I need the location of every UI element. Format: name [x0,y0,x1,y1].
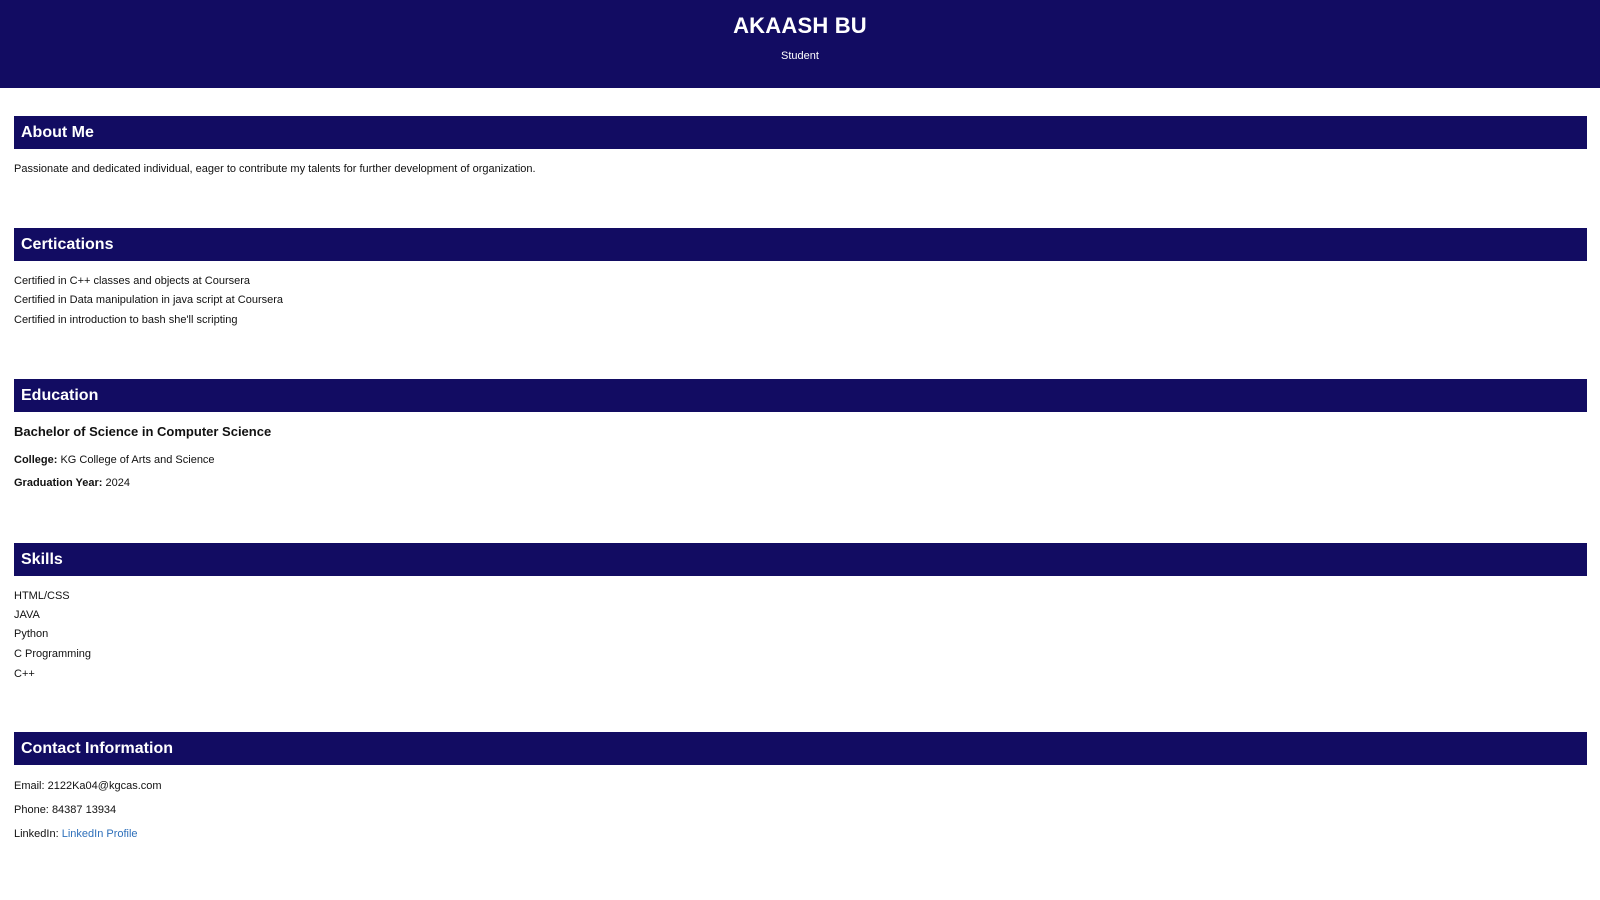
section-heading-certifications: Certications [14,228,1587,261]
section-heading-education: Education [14,379,1587,412]
skill-item: Python [14,628,49,640]
email-value: 2122Ka04@kgcas.com [47,780,162,792]
about-text: Passionate and dedicated individual, eag… [14,163,536,175]
section-heading-about: About Me [14,116,1587,149]
graduation-year-label: Graduation Year: [14,477,103,489]
certification-item: Certified in introduction to bash she'll… [14,314,238,326]
person-name: AKAASH BU [733,13,867,38]
graduation-year-line: Graduation Year: 2024 [14,476,130,490]
email-label: Email: [14,780,45,792]
skill-item: C++ [14,668,35,680]
certification-item: Certified in Data manipulation in java s… [14,294,284,306]
linkedin-line: LinkedIn: LinkedIn Profile [14,827,138,841]
certification-item: Certified in C++ classes and objects at … [14,275,251,287]
graduation-year-value: 2024 [105,477,130,489]
college-value: KG College of Arts and Science [60,454,215,466]
degree-title: Bachelor of Science in Computer Science [14,424,272,439]
college-label: College: [14,454,58,466]
skill-item: JAVA [14,609,40,621]
person-role: Student [781,50,819,62]
phone-line: Phone: 84387 13934 [14,803,116,817]
skill-item: C Programming [14,648,92,660]
phone-value: 84387 13934 [51,804,117,816]
linkedin-profile-link[interactable]: LinkedIn Profile [62,828,138,840]
section-heading-skills: Skills [14,543,1587,576]
college-line: College: KG College of Arts and Science [14,453,215,467]
section-heading-contact: Contact Information [14,732,1587,765]
phone-label: Phone: [14,804,49,816]
linkedin-label: LinkedIn: [14,828,59,840]
email-line: Email: 2122Ka04@kgcas.com [14,779,162,793]
skill-item: HTML/CSS [14,590,70,602]
page-header: AKAASH BU Student [0,0,1600,88]
